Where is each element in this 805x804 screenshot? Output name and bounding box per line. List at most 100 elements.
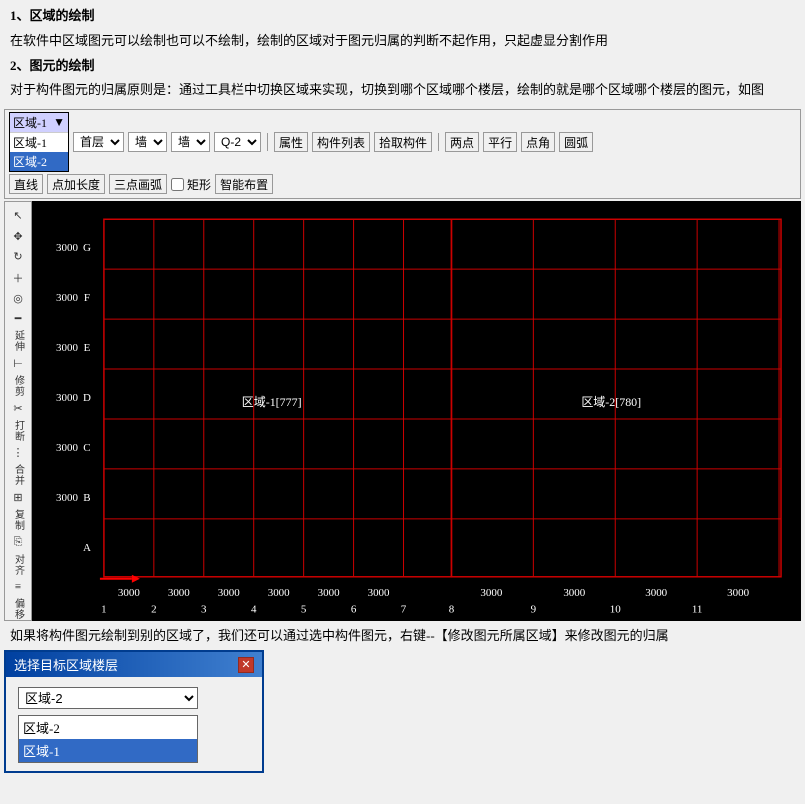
svg-text:4: 4: [251, 604, 257, 616]
rectangle-checkbox-label[interactable]: 矩形: [171, 176, 211, 193]
sidebar-label-copy[interactable]: 复制: [11, 509, 26, 531]
parallel-button[interactable]: 平行: [483, 132, 517, 152]
dialog-list-item-region2[interactable]: 区域-2: [19, 716, 197, 739]
svg-text:3000: 3000: [368, 587, 390, 599]
svg-text:2: 2: [151, 604, 156, 616]
sidebar-icon-align[interactable]: ≡: [7, 578, 29, 597]
bottom-description: 如果将构件图元绘制到别的区域了，我们还可以通过选中构件图元，右键--【修改图元所…: [10, 625, 795, 644]
wall-code-dropdown[interactable]: Q-2: [214, 132, 261, 152]
floor-dropdown[interactable]: 首层: [73, 132, 124, 152]
dialog-overlay: 选择目标区域楼层 ✕ 区域-2 区域-1 区域-2 区域-1: [4, 650, 801, 773]
svg-text:7: 7: [401, 604, 407, 616]
dialog-close-button[interactable]: ✕: [238, 657, 254, 673]
svg-text:D: D: [83, 392, 91, 404]
canvas-area: G F E D C B A 3000 3000 3000 3000 3000 3…: [32, 201, 801, 621]
dialog-title-bar: 选择目标区域楼层 ✕: [6, 652, 262, 677]
region-item-2[interactable]: 区域-2: [10, 152, 68, 171]
toolbar-row2: 直线 点加长度 三点画弧 矩形 智能布置: [9, 172, 796, 196]
point-angle-button[interactable]: 点角: [521, 132, 555, 152]
svg-text:E: E: [84, 342, 91, 354]
sidebar-icon-copy[interactable]: ⎘: [7, 533, 29, 552]
toolbar-row1: 区域-1 ▼ 区域-1 区域-2 首层 墙 墙 Q-2 属性 构件列表 拾取构件…: [9, 112, 796, 172]
svg-text:5: 5: [301, 604, 307, 616]
region-selector[interactable]: 区域-1 ▼ 区域-1 区域-2: [9, 112, 69, 172]
dialog-select-wrapper[interactable]: 区域-2 区域-1: [18, 687, 198, 709]
sidebar-label-offset[interactable]: 偏移: [11, 598, 26, 620]
svg-text:3000: 3000: [563, 587, 585, 599]
smart-place-button[interactable]: 智能布置: [215, 174, 273, 194]
svg-text:10: 10: [610, 604, 621, 616]
dialog-region-dropdown[interactable]: 区域-2 区域-1: [18, 687, 198, 709]
svg-text:A: A: [83, 542, 91, 554]
sidebar-icon-rotate[interactable]: ↻: [7, 248, 29, 267]
svg-text:6: 6: [351, 604, 357, 616]
region-header[interactable]: 区域-1 ▼: [10, 113, 68, 133]
svg-text:3000: 3000: [56, 342, 78, 354]
svg-text:3000: 3000: [168, 587, 190, 599]
svg-text:3000: 3000: [56, 492, 78, 504]
canvas-svg: G F E D C B A 3000 3000 3000 3000 3000 3…: [32, 201, 801, 621]
sidebar-label-trim[interactable]: 修剪: [11, 375, 26, 397]
sidebar-label-break[interactable]: 打断: [11, 420, 26, 442]
svg-text:3000: 3000: [56, 292, 78, 304]
separator1: [267, 133, 268, 151]
svg-text:3000: 3000: [56, 242, 78, 254]
sidebar-label-align[interactable]: 对齐: [11, 554, 26, 576]
section2-desc: 对于构件图元的归属原则是：通过工具栏中切换区域来实现，切换到哪个区域哪个楼层，绘…: [10, 80, 795, 101]
section2-title: 2、图元的绘制: [10, 56, 795, 77]
svg-text:3000: 3000: [318, 587, 340, 599]
region-item-1[interactable]: 区域-1: [10, 133, 68, 152]
dialog-row-dropdown: 区域-2 区域-1: [18, 687, 250, 709]
rectangle-label: 矩形: [187, 176, 211, 193]
dialog-list-item-region1[interactable]: 区域-1: [19, 739, 197, 762]
svg-text:3000: 3000: [645, 587, 667, 599]
svg-text:3000: 3000: [218, 587, 240, 599]
svg-text:G: G: [83, 242, 91, 254]
separator2: [438, 133, 439, 151]
svg-text:B: B: [83, 492, 90, 504]
dialog-box: 选择目标区域楼层 ✕ 区域-2 区域-1 区域-2 区域-1: [4, 650, 264, 773]
sidebar-icon-merge[interactable]: ⊞: [7, 488, 29, 507]
three-point-arc-button[interactable]: 三点画弧: [109, 174, 167, 194]
region-dropdown-arrow: ▼: [53, 115, 65, 130]
svg-text:3: 3: [201, 604, 207, 616]
sidebar-icon-plus[interactable]: ＋: [7, 268, 29, 287]
svg-text:3000: 3000: [56, 392, 78, 404]
rectangle-checkbox[interactable]: [171, 178, 184, 191]
dialog-list[interactable]: 区域-2 区域-1: [18, 715, 198, 763]
svg-text:F: F: [84, 292, 90, 304]
sidebar-label-merge[interactable]: 合并: [11, 464, 26, 486]
sidebar-icon-circle[interactable]: ◎: [7, 289, 29, 308]
toolbar: 区域-1 ▼ 区域-1 区域-2 首层 墙 墙 Q-2 属性 构件列表 拾取构件…: [4, 109, 801, 199]
sidebar-icon-cursor[interactable]: ↖: [7, 206, 29, 225]
sidebar-icon-move[interactable]: ✥: [7, 227, 29, 246]
sidebar-icon-trim[interactable]: ✂: [7, 399, 29, 418]
svg-text:区域-2[780]: 区域-2[780]: [581, 395, 641, 409]
svg-text:9: 9: [531, 604, 537, 616]
svg-text:1: 1: [101, 604, 106, 616]
svg-text:区域-1[777]: 区域-1[777]: [242, 395, 302, 409]
dialog-title: 选择目标区域楼层: [14, 655, 118, 674]
wall-type1-dropdown[interactable]: 墙: [128, 132, 167, 152]
point-length-button[interactable]: 点加长度: [47, 174, 105, 194]
svg-text:3000: 3000: [56, 442, 78, 454]
property-button[interactable]: 属性: [274, 132, 308, 152]
wall-type2-dropdown[interactable]: 墙: [171, 132, 210, 152]
sidebar-icon-extend[interactable]: ⊢: [7, 354, 29, 373]
top-text-section: 1、区域的绘制 在软件中区域图元可以绘制也可以不绘制，绘制的区域对于图元归属的判…: [0, 0, 805, 109]
section1-desc: 在软件中区域图元可以绘制也可以不绘制，绘制的区域对于图元归属的判断不起作用，只起…: [10, 31, 795, 52]
svg-text:8: 8: [449, 604, 455, 616]
section1-title: 1、区域的绘制: [10, 6, 795, 27]
component-list-button[interactable]: 构件列表: [312, 132, 370, 152]
pick-component-button[interactable]: 拾取构件: [374, 132, 432, 152]
arc-button[interactable]: 圆弧: [559, 132, 593, 152]
region-current-label: 区域-1: [13, 114, 47, 131]
svg-text:3000: 3000: [118, 587, 140, 599]
sidebar-icon-line[interactable]: ━: [7, 310, 29, 329]
svg-text:3000: 3000: [268, 587, 290, 599]
svg-text:C: C: [83, 442, 90, 454]
sidebar-icon-break[interactable]: ⋮: [7, 444, 29, 463]
sidebar-label-extend[interactable]: 延伸: [11, 330, 26, 352]
line-button[interactable]: 直线: [9, 174, 43, 194]
two-point-button[interactable]: 两点: [445, 132, 479, 152]
